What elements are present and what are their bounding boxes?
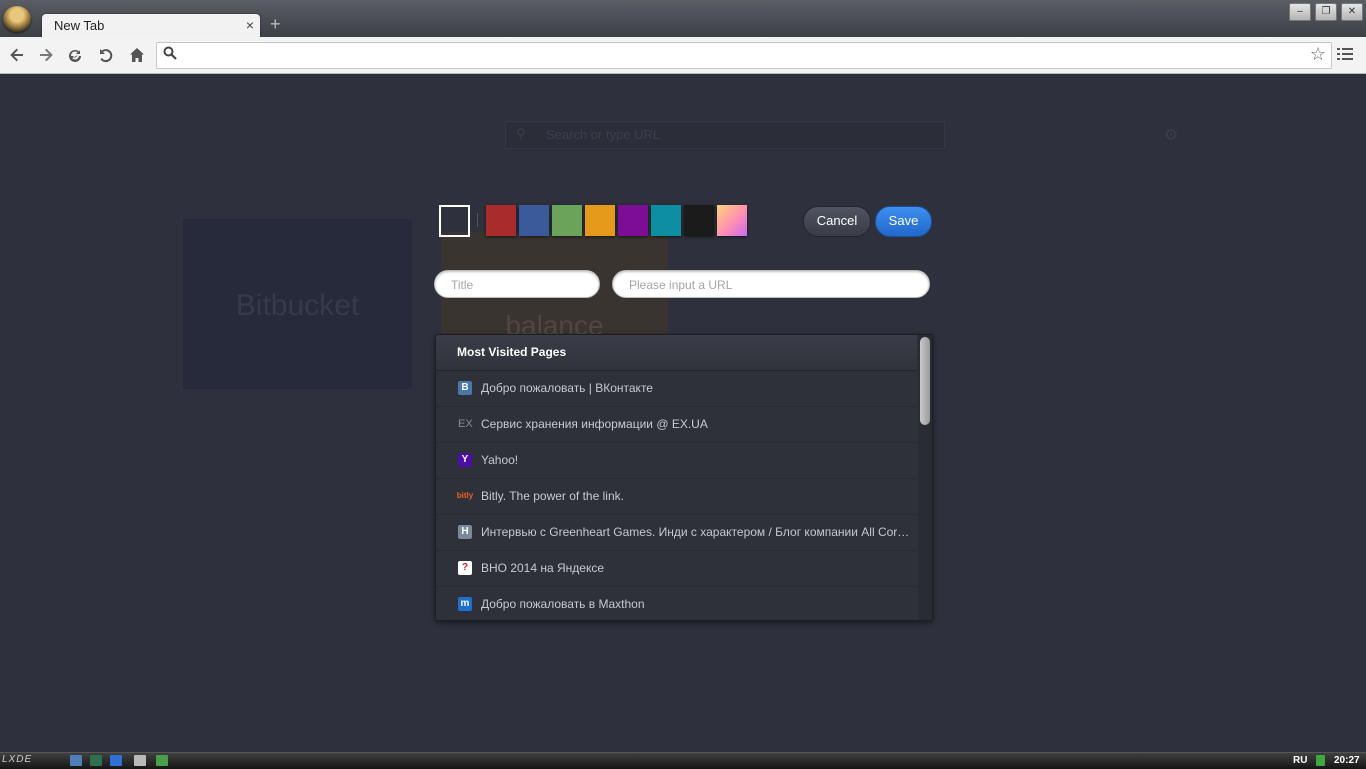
keyboard-layout-indicator[interactable]: RU [1293,755,1307,766]
bitly-icon: bitly [456,491,474,500]
text-editor-icon[interactable] [134,755,146,766]
habr-icon: H [458,525,472,539]
color-swatch-gradient[interactable] [717,205,747,236]
menu-list-icon-line [1337,58,1353,60]
list-item-label: Добро пожаловать в Maxthon [481,597,645,611]
page-search-box: ⚲ Search or type URL [505,121,945,149]
list-item-label: Bitly. The power of the link. [481,489,624,503]
tile-label: Bitbucket [235,289,360,322]
most-visited-panel: Most Visited Pages B Добро пожаловать | … [435,334,933,621]
menu-list-icon [1337,48,1353,50]
list-item-label: ВНО 2014 на Яндексе [481,561,605,575]
color-swatch-teal[interactable] [651,205,681,236]
battery-icon [1316,755,1325,766]
list-item[interactable]: m Добро пожаловать в Maxthon [436,587,917,620]
title-field[interactable] [434,270,600,299]
undo-close-tab-button[interactable] [94,44,116,66]
search-icon [163,46,177,60]
minimize-button[interactable]: – [1289,3,1311,21]
page-search-placeholder: Search or type URL [546,127,661,142]
settings-gear-icon: ⚙ [1164,127,1179,144]
menu-button[interactable] [1336,45,1356,65]
color-swatch-blue[interactable] [519,205,549,236]
bookmark-star-icon[interactable]: ☆ [1310,44,1326,65]
scrollbar-thumb[interactable] [920,337,930,425]
most-visited-scrollbar[interactable] [918,335,932,620]
browser-toolbar: ☆ [0,37,1366,74]
refresh-icon [69,49,81,62]
maxthon-icon: m [458,597,472,611]
color-swatch-green[interactable] [552,205,582,236]
undo-icon [100,49,113,63]
restore-button[interactable]: ❐ [1315,3,1337,21]
color-swatch-black[interactable] [684,205,714,236]
list-item[interactable]: Y Yahoo! [436,443,917,479]
clock: 20:27 [1334,755,1360,766]
list-item-label: Интервью с Greenheart Games. Инди с хара… [481,525,913,539]
color-swatch-purple[interactable] [618,205,648,236]
exua-icon: EX [458,418,473,430]
back-button[interactable] [6,44,28,66]
tab-close-icon[interactable]: × [246,17,254,33]
color-swatch-none[interactable] [439,205,470,237]
forward-button[interactable] [35,44,57,66]
home-icon [130,48,144,62]
color-swatch-red[interactable] [486,205,516,236]
file-manager-icon[interactable] [70,755,82,766]
url-input[interactable] [627,271,921,299]
swatch-divider [477,213,478,227]
save-button[interactable]: Save [875,206,932,237]
list-item-label: Yahoo! [481,453,519,467]
cancel-button[interactable]: Cancel [803,206,871,237]
list-item[interactable]: EX Сервис хранения информации @ EX.UA [436,407,917,443]
back-arrow-icon [10,48,23,62]
list-item[interactable]: H Интервью с Greenheart Games. Инди с ха… [436,515,917,551]
most-visited-list: B Добро пожаловать | ВКонтакте EX Сервис… [436,371,917,620]
home-button[interactable] [126,44,148,66]
taskbar: LXDE RU 20:27 [0,752,1366,769]
system-monitor-icon[interactable] [90,755,102,766]
address-bar[interactable]: ☆ [156,42,1332,69]
start-menu-logo[interactable]: LXDE [2,754,32,765]
refresh-button[interactable] [64,44,86,66]
list-item-label: Сервис хранения информации @ EX.UA [481,417,708,431]
maxthon-taskbar-icon[interactable] [110,755,122,766]
browser-logo-icon[interactable] [3,6,31,32]
url-field[interactable] [612,270,930,299]
new-tab-page: ⚲ Search or type URL ⚙ Bitbucket balance… [0,74,1366,752]
most-visited-title: Most Visited Pages [457,345,567,359]
tab-title: New Tab [54,18,105,33]
close-window-button[interactable]: ✕ [1341,3,1363,21]
speed-dial-tile-bitbucket: Bitbucket [183,219,412,389]
list-item[interactable]: bitly Bitly. The power of the link. [436,479,917,515]
vk-icon: B [458,381,472,395]
title-bar: New Tab × + – ❐ ✕ [0,0,1366,37]
network-icon[interactable] [156,755,168,766]
color-swatch-orange[interactable] [585,205,615,236]
list-item-label: Добро пожаловать | ВКонтакте [481,381,653,395]
most-visited-header: Most Visited Pages [436,335,917,371]
yahoo-icon: Y [458,453,472,467]
forward-arrow-icon [40,48,53,62]
menu-list-icon-line [1337,53,1353,55]
tab-new-tab[interactable]: New Tab × [42,14,260,37]
list-item[interactable]: B Добро пожаловать | ВКонтакте [436,371,917,407]
address-input[interactable] [183,43,1307,68]
yandex-question-icon: ? [458,561,472,575]
title-input[interactable] [449,271,593,299]
new-tab-button[interactable]: + [270,14,281,35]
list-item[interactable]: ? ВНО 2014 на Яндексе [436,551,917,587]
page-search-icon: ⚲ [516,126,526,141]
